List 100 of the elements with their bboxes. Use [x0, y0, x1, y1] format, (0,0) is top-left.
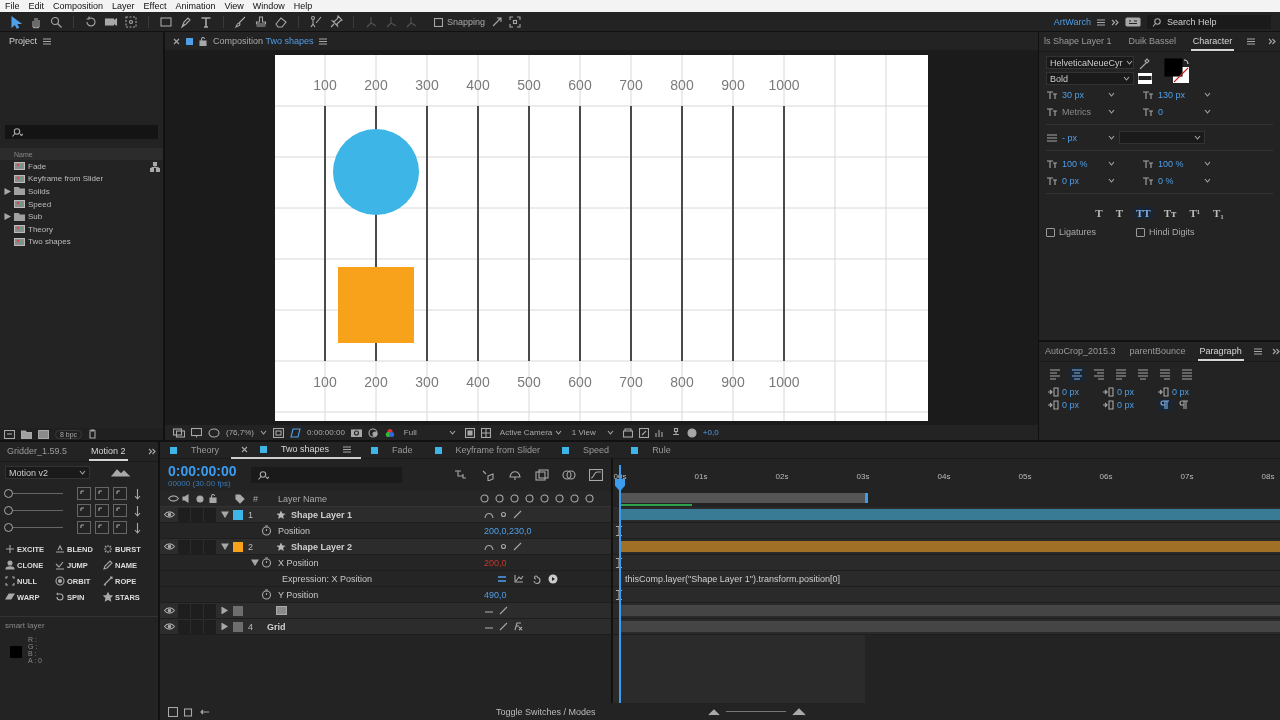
panel-tab[interactable]: AutoCrop_2015.3	[1043, 342, 1118, 361]
property-name[interactable]: Position	[278, 525, 311, 536]
text-style-button[interactable]: T¹	[1187, 207, 1203, 219]
caret-icon[interactable]	[79, 470, 86, 475]
expand-arrow-icon[interactable]	[4, 188, 11, 195]
eye-icon[interactable]	[163, 607, 175, 614]
caret-icon[interactable]	[1108, 161, 1115, 166]
hand-icon[interactable]	[29, 15, 43, 29]
transfer-icon[interactable]	[184, 706, 194, 717]
keyboard-icon[interactable]	[1125, 17, 1141, 27]
caret-icon[interactable]	[1108, 92, 1115, 97]
caret-icon[interactable]	[1123, 76, 1130, 81]
menu-icon[interactable]	[1247, 38, 1256, 45]
toggle-button[interactable]: Toggle Switches / Modes	[496, 706, 596, 717]
value-field[interactable]: 0 px	[1117, 387, 1134, 397]
caret-icon[interactable]	[260, 430, 267, 435]
transparency-grid-icon[interactable]	[480, 427, 491, 438]
menu-item[interactable]: Window	[252, 1, 285, 11]
selection-arrow-icon[interactable]	[9, 15, 23, 29]
solo-icon[interactable]	[196, 494, 204, 503]
panel-tab[interactable]: ls Shape Layer 1	[1042, 32, 1114, 51]
anchor-button[interactable]	[95, 487, 109, 500]
menu-icon[interactable]	[319, 37, 328, 45]
property-name[interactable]: X Position	[278, 557, 319, 568]
label-color[interactable]	[233, 509, 243, 520]
value-field[interactable]: - px	[1062, 132, 1104, 143]
lock-icon[interactable]	[199, 36, 207, 46]
menu-item[interactable]: Help	[293, 1, 313, 11]
graph-editor-icon[interactable]	[589, 469, 603, 481]
chart-icon[interactable]	[654, 427, 665, 438]
caret-icon[interactable]	[1125, 60, 1133, 65]
panel-tab[interactable]: Motion 2	[89, 442, 128, 461]
color-swatches[interactable]	[1164, 57, 1190, 84]
layer-name[interactable]: Shape Layer 1	[291, 509, 481, 520]
project-item[interactable]: Fade	[28, 161, 47, 171]
value-field[interactable]: 100 %	[1062, 158, 1104, 169]
rotate-icon[interactable]	[84, 15, 98, 29]
caret-icon[interactable]	[1108, 109, 1115, 114]
eraser-icon[interactable]	[274, 15, 288, 29]
region-icon[interactable]	[464, 427, 475, 438]
caret-icon[interactable]	[1204, 109, 1211, 114]
value-field[interactable]: 0 px	[1172, 387, 1189, 397]
align-button[interactable]	[1047, 367, 1063, 382]
direction-button[interactable]	[1157, 399, 1173, 411]
exposure-icon[interactable]	[686, 427, 697, 438]
frame-blending-icon[interactable]	[535, 469, 549, 481]
show-snapshot-icon[interactable]	[367, 427, 379, 438]
menu-item[interactable]: View	[224, 1, 244, 11]
expand-arrow-icon[interactable]	[251, 559, 259, 566]
eye-icon[interactable]	[163, 623, 175, 630]
caret-icon[interactable]	[1204, 92, 1211, 97]
current-time[interactable]: 0:00:00:00	[307, 428, 345, 437]
eye-icon[interactable]	[163, 511, 175, 518]
chevron-icon[interactable]	[1111, 18, 1119, 26]
eyedropper-icon[interactable]	[1138, 57, 1150, 70]
caret-icon[interactable]	[1108, 135, 1115, 140]
pin-icon[interactable]	[329, 15, 343, 29]
expand-arrow-icon[interactable]	[221, 623, 229, 630]
anchor-button[interactable]	[77, 487, 91, 500]
zoom-dropdown[interactable]: (76,7%)	[226, 428, 254, 437]
checkbox[interactable]	[1046, 227, 1055, 237]
checkbox[interactable]	[1136, 227, 1146, 237]
slider[interactable]	[5, 506, 63, 515]
project-item[interactable]: Two shapes	[28, 237, 71, 247]
value-field[interactable]: 130 px	[1158, 89, 1200, 100]
pan-behind-icon[interactable]	[124, 15, 138, 29]
layer-name[interactable]: Shape Layer 2	[291, 541, 481, 552]
rectangle-icon[interactable]	[159, 15, 173, 29]
value-field[interactable]: 0 px	[1062, 175, 1104, 186]
pick-whip-icon[interactable]	[531, 573, 541, 584]
align-button[interactable]	[1091, 367, 1107, 382]
menu-item[interactable]: Animation	[175, 1, 216, 11]
draft-3d-icon[interactable]	[481, 469, 495, 481]
mask-path-icon[interactable]	[290, 427, 301, 438]
menu-item[interactable]: Layer	[112, 1, 135, 11]
view-layout-dropdown[interactable]: 1 View	[568, 426, 617, 439]
lock-icon[interactable]	[209, 494, 217, 503]
layer-name[interactable]: Grid	[267, 621, 481, 632]
align-button[interactable]	[1179, 367, 1195, 382]
label-color[interactable]	[233, 621, 243, 632]
reset-icon[interactable]	[638, 427, 649, 438]
chevron-icon[interactable]	[147, 448, 156, 455]
project-item[interactable]: Speed	[28, 199, 52, 209]
anchor-button[interactable]	[77, 521, 91, 534]
menu-item[interactable]: Edit	[28, 1, 45, 11]
panel-tab[interactable]: Character	[1190, 32, 1235, 51]
stamp-icon[interactable]	[254, 15, 268, 29]
value-field[interactable]: Metrics	[1062, 106, 1104, 117]
caret-icon[interactable]	[606, 430, 614, 435]
camera-icon[interactable]	[104, 15, 118, 29]
zoom-out-icon[interactable]	[707, 707, 720, 716]
panel-tab[interactable]: Theory	[189, 442, 221, 458]
menu-icon[interactable]	[1097, 18, 1105, 26]
value-field[interactable]: 0 px	[1117, 400, 1134, 410]
puppet-brush-icon[interactable]	[309, 15, 323, 29]
stopwatch-icon[interactable]	[261, 589, 272, 600]
expand-arrow-icon[interactable]	[4, 213, 11, 221]
view-options-icon[interactable]	[622, 427, 633, 438]
checkbox[interactable]	[434, 17, 443, 27]
value-field[interactable]: 100 %	[1158, 158, 1200, 169]
